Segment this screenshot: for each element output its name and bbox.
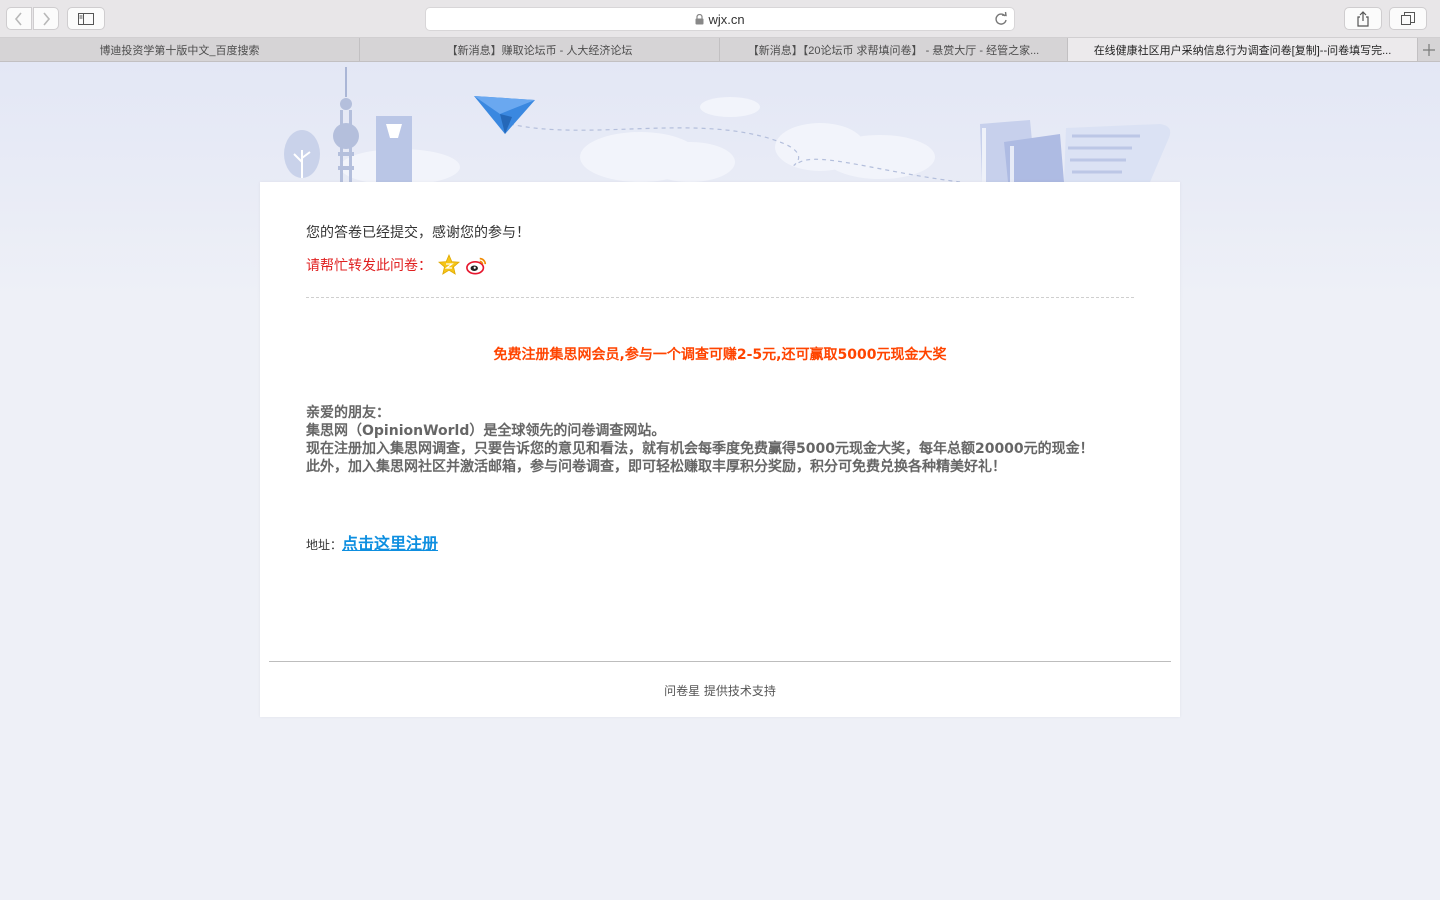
tab-pinggu[interactable]: 【新消息】赚取论坛币 - 人大经济论坛 bbox=[360, 38, 720, 61]
promo-line: 此外，加入集思网社区并激活邮箱，参与问卷调查，即可轻松赚取丰厚积分奖励，积分可免… bbox=[306, 459, 1006, 475]
header-illustration bbox=[284, 67, 1171, 182]
tab-bounty[interactable]: 【新消息】【20论坛币 求帮填问卷】 - 悬赏大厅 - 经管之家... bbox=[720, 38, 1068, 61]
tab-baidu[interactable]: 博迪投资学第十版中文_百度搜索 bbox=[0, 38, 360, 61]
address-bar[interactable]: wjx.cn bbox=[425, 7, 1015, 31]
promo-body: 亲爱的朋友： 集思网（OpinionWorld）是全球领先的问卷调查网站。 现在… bbox=[306, 404, 1126, 476]
tab-strip: 博迪投资学第十版中文_百度搜索 【新消息】赚取论坛币 - 人大经济论坛 【新消息… bbox=[0, 38, 1440, 62]
thanks-message: 您的答卷已经提交，感谢您的参与！ bbox=[306, 225, 530, 241]
tab-label: 博迪投资学第十版中文_百度搜索 bbox=[99, 44, 260, 57]
promo-line: 现在注册加入集思网调查，只要告诉您的意见和看法，就有机会每季度免费赢得5000元… bbox=[306, 441, 1094, 457]
share-row: 请帮忙转发此问卷： bbox=[306, 254, 488, 276]
footer-divider bbox=[269, 661, 1171, 662]
tab-label: 在线健康社区用户采纳信息行为调查问卷[复制]--问卷填写完... bbox=[1093, 44, 1392, 57]
reload-icon[interactable] bbox=[994, 11, 1008, 27]
sidebar-icon bbox=[78, 12, 94, 25]
share-label: 请帮忙转发此问卷： bbox=[306, 258, 432, 274]
footer-credit: 问卷星 提供技术支持 bbox=[664, 684, 776, 698]
page-content: 您的答卷已经提交，感谢您的参与！ 请帮忙转发此问卷： 免费注册集思网会员,参与一… bbox=[0, 62, 1440, 900]
plus-icon bbox=[1423, 43, 1435, 56]
promo-title: 免费注册集思网会员,参与一个调查可赚2-5元,还可赢取5000元现金大奖 bbox=[493, 347, 947, 363]
qzone-star-icon bbox=[438, 254, 460, 275]
back-button[interactable] bbox=[6, 7, 32, 30]
browser-toolbar: wjx.cn bbox=[0, 0, 1440, 38]
forward-button[interactable] bbox=[33, 7, 59, 30]
qzone-share-button[interactable] bbox=[438, 254, 460, 276]
promo-line: 亲爱的朋友： bbox=[306, 405, 390, 421]
tab-label: 【新消息】赚取论坛币 - 人大经济论坛 bbox=[446, 44, 633, 57]
dashed-divider bbox=[306, 297, 1134, 298]
chevron-left-icon bbox=[14, 11, 22, 26]
tab-label: 【新消息】【20论坛币 求帮填问卷】 - 悬赏大厅 - 经管之家... bbox=[747, 44, 1040, 57]
weibo-icon bbox=[466, 257, 487, 275]
books-icon bbox=[980, 120, 1064, 182]
share-button[interactable] bbox=[1344, 7, 1382, 30]
paper-plane-icon bbox=[474, 96, 535, 134]
promo-line: 集思网（OpinionWorld）是全球领先的问卷调查网站。 bbox=[306, 423, 666, 439]
tab-survey-active[interactable]: 在线健康社区用户采纳信息行为调查问卷[复制]--问卷填写完... bbox=[1068, 38, 1418, 61]
share-icon bbox=[1357, 10, 1369, 27]
new-tab-button[interactable] bbox=[1418, 38, 1440, 61]
lock-icon bbox=[695, 13, 704, 24]
register-link[interactable]: 点击这里注册 bbox=[342, 530, 438, 554]
address-label: 地址： bbox=[306, 538, 343, 552]
tabs-overview-icon bbox=[1401, 11, 1415, 25]
show-tabs-button[interactable] bbox=[1389, 7, 1427, 30]
document-icon bbox=[1064, 124, 1171, 182]
register-address-row: 地址： 点击这里注册 bbox=[306, 530, 438, 554]
sidebar-toggle-button[interactable] bbox=[67, 7, 105, 30]
chevron-right-icon bbox=[43, 11, 51, 26]
weibo-share-button[interactable] bbox=[466, 254, 488, 276]
building-icon bbox=[376, 116, 412, 182]
result-card: 您的答卷已经提交，感谢您的参与！ 请帮忙转发此问卷： 免费注册集思网会员,参与一… bbox=[260, 182, 1180, 717]
address-text: wjx.cn bbox=[708, 11, 745, 27]
tree-icon bbox=[284, 130, 320, 178]
